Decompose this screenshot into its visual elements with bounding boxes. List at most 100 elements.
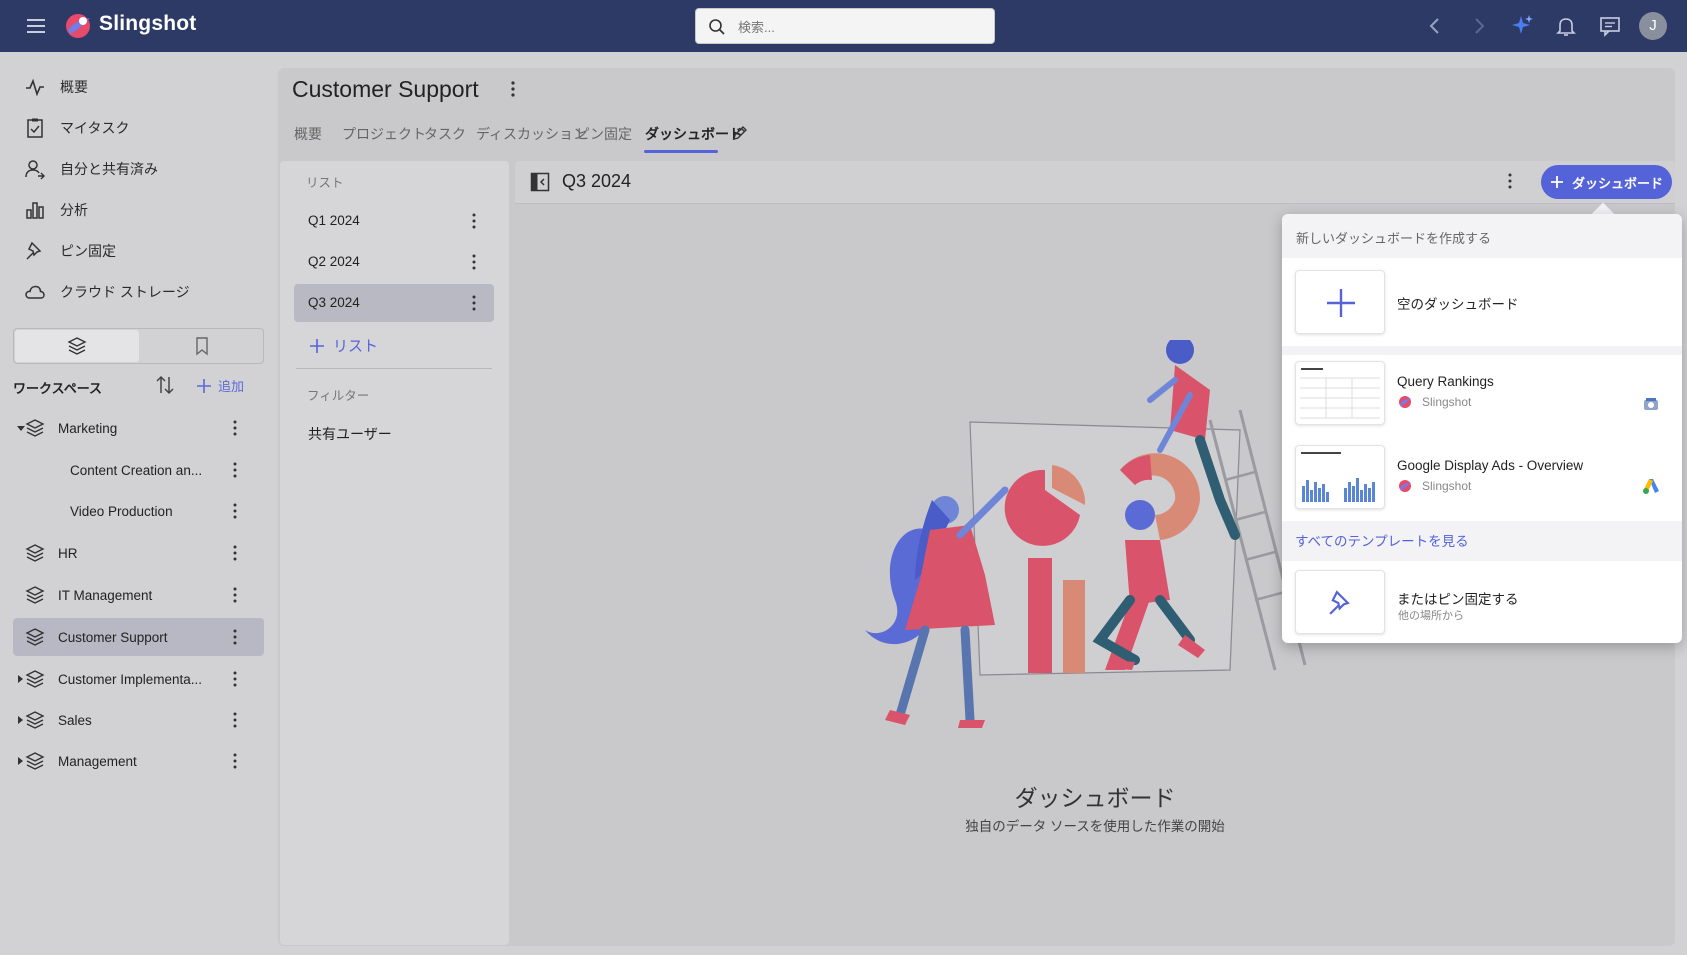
content-header (515, 161, 1675, 204)
tab-projects[interactable]: プロジェクト (342, 124, 426, 144)
workspace-label: Customer Implementa... (58, 671, 203, 687)
expand-caret-icon[interactable] (18, 757, 23, 765)
nav-item-analytics[interactable]: 分析 (24, 195, 264, 225)
workspace-item-it-management[interactable]: IT Management (13, 576, 264, 614)
more-options-icon[interactable] (233, 503, 237, 519)
nav-label: マイタスク (60, 120, 130, 136)
hamburger-menu-icon[interactable] (26, 16, 46, 36)
workspace-item-hr[interactable]: HR (13, 534, 264, 572)
more-options-icon[interactable] (472, 254, 476, 270)
slingshot-logo-icon (66, 14, 90, 38)
nav-item-overview[interactable]: 概要 (24, 72, 264, 102)
ai-sparkle-icon[interactable] (1510, 14, 1534, 38)
forward-icon[interactable] (1467, 14, 1491, 38)
tab-tasks[interactable]: タスク (424, 124, 466, 144)
template-query-rankings[interactable]: Query Rankings Slingshot (1282, 355, 1682, 439)
template-source: Slingshot (1422, 395, 1472, 409)
search-box[interactable] (695, 8, 995, 44)
list-item-q2[interactable]: Q2 2024 (294, 243, 494, 281)
nav-item-cloud-storage[interactable]: クラウド ストレージ (24, 277, 264, 307)
list-item-q3[interactable]: Q3 2024 (294, 284, 494, 322)
list-item-q1[interactable]: Q1 2024 (294, 202, 494, 240)
workspace-item-management[interactable]: Management (13, 742, 264, 780)
clipboard-check-icon (27, 118, 43, 138)
workspace-item-marketing[interactable]: Marketing (13, 409, 264, 447)
nav-item-my-tasks[interactable]: マイタスク (24, 113, 264, 143)
more-options-icon[interactable] (233, 462, 237, 478)
collapse-panel-icon[interactable] (530, 172, 550, 192)
blank-dashboard-option[interactable]: 空のダッシュボード (1282, 258, 1682, 346)
pin-from-elsewhere-option[interactable]: またはピン固定する 他の場所から (1282, 561, 1682, 643)
more-options-icon[interactable] (233, 753, 237, 769)
google-search-console-icon (1644, 398, 1658, 410)
workspace-item-sales[interactable]: Sales (13, 701, 264, 739)
expand-caret-icon[interactable] (17, 426, 25, 431)
layers-icon (25, 752, 45, 770)
tab-pinned[interactable]: ピン固定 (576, 124, 632, 144)
more-options-icon[interactable] (472, 213, 476, 229)
bar-chart-icon (26, 202, 44, 219)
layers-icon (67, 337, 87, 355)
see-all-templates-link[interactable]: すべてのテンプレートを見る (1295, 530, 1469, 550)
nav-label: 概要 (60, 79, 88, 95)
more-options-icon[interactable] (233, 629, 237, 645)
more-options-icon[interactable] (510, 80, 516, 98)
plus-icon (1327, 289, 1355, 317)
user-avatar[interactable]: J (1639, 12, 1667, 40)
workspaces-toggle[interactable] (15, 330, 139, 362)
back-icon[interactable] (1423, 14, 1447, 38)
layers-icon (25, 670, 45, 688)
pin-option-title: またはピン固定する (1397, 592, 1519, 607)
nav-label: クラウド ストレージ (60, 284, 190, 300)
dashboard-list-title: Q3 2024 (562, 171, 632, 191)
cloud-icon (25, 285, 45, 299)
add-workspace-button[interactable]: 追加 (196, 376, 244, 395)
more-options-icon[interactable] (233, 545, 237, 561)
page-title: Customer Support (292, 76, 479, 102)
blank-thumbnail (1295, 270, 1385, 334)
bookmarks-toggle[interactable] (140, 330, 263, 362)
pin-thumbnail (1295, 570, 1385, 634)
more-options-icon[interactable] (1508, 173, 1512, 189)
bookmark-icon (196, 337, 208, 356)
nav-item-pinned[interactable]: ピン固定 (24, 236, 264, 266)
nav-label: ピン固定 (60, 243, 116, 259)
new-dashboard-button[interactable]: ダッシュボード (1541, 165, 1672, 199)
brand-name: Slingshot (99, 12, 197, 35)
more-options-icon[interactable] (233, 420, 237, 436)
nav-item-shared-with-me[interactable]: 自分と共有済み (24, 154, 264, 184)
more-options-icon[interactable] (233, 671, 237, 687)
pin-icon (26, 241, 42, 260)
tab-dashboards[interactable]: ダッシュボード (645, 124, 743, 144)
more-options-icon[interactable] (233, 712, 237, 728)
sort-icon[interactable] (155, 374, 175, 396)
workspace-item-content-creation[interactable]: Content Creation an... (13, 451, 264, 489)
tab-overview[interactable]: 概要 (294, 124, 322, 144)
list-item-label: Q2 2024 (308, 254, 360, 269)
bell-icon[interactable] (1554, 14, 1578, 38)
tab-discussions[interactable]: ディスカッション (476, 124, 587, 144)
list-item-label: Q1 2024 (308, 213, 360, 228)
workspace-label: Marketing (58, 420, 118, 436)
nav-label: 分析 (60, 202, 88, 218)
slingshot-logo-icon (1399, 480, 1411, 492)
workspace-label: Content Creation an... (70, 462, 203, 478)
chat-icon[interactable] (1598, 14, 1622, 38)
layers-icon (25, 711, 45, 729)
template-google-display-ads[interactable]: Google Display Ads - Overview Slingshot (1282, 439, 1682, 521)
more-options-icon[interactable] (233, 587, 237, 603)
expand-caret-icon[interactable] (18, 716, 23, 724)
workspace-item-customer-implementation[interactable]: Customer Implementa... (13, 660, 264, 698)
more-options-icon[interactable] (472, 295, 476, 311)
pin-icon (1329, 590, 1350, 615)
expand-caret-icon[interactable] (18, 675, 23, 683)
add-list-button[interactable]: リスト (309, 335, 378, 356)
edit-pencil-icon[interactable] (731, 124, 749, 142)
filter-shared-users[interactable]: 共有ユーザー (308, 424, 392, 444)
add-label: 追加 (218, 379, 245, 394)
table-preview-icon (1300, 368, 1380, 419)
workspace-item-video-production[interactable]: Video Production (13, 492, 264, 530)
search-input[interactable] (738, 17, 978, 37)
workspace-item-customer-support[interactable]: Customer Support (13, 618, 264, 656)
list-header: リスト (306, 176, 344, 190)
